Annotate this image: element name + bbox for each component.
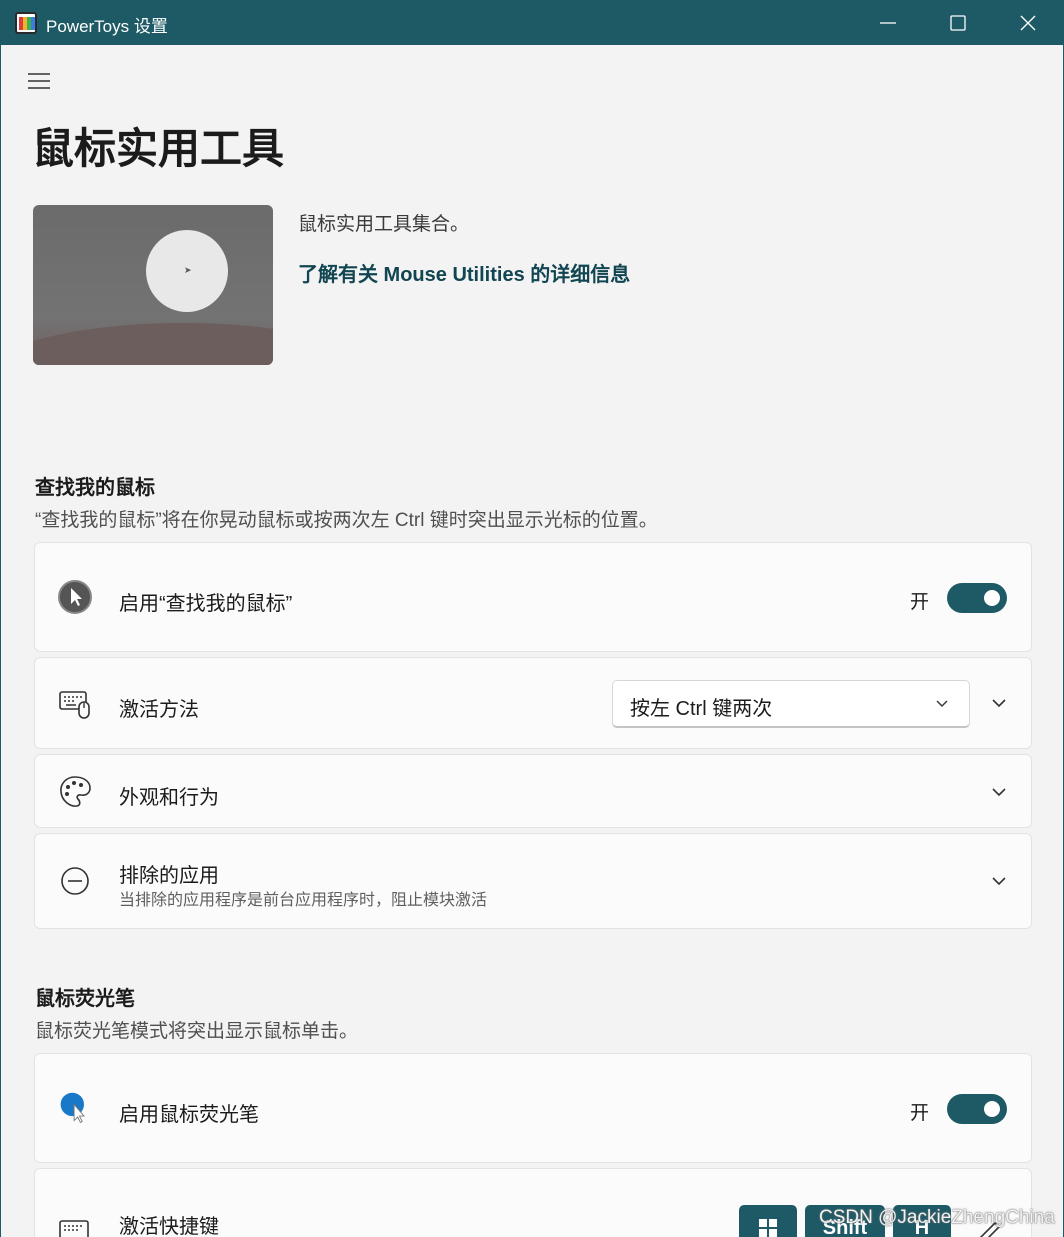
- nav-menu-button[interactable]: [23, 65, 57, 97]
- windows-logo-icon: [759, 1219, 777, 1237]
- toggle-state-label: 开: [909, 1103, 929, 1124]
- expand-chevron-icon[interactable]: [991, 787, 1007, 797]
- enable-find-my-mouse-toggle[interactable]: [947, 583, 1007, 613]
- activation-method-card[interactable]: 激活方法 按左 Ctrl 键两次: [34, 657, 1032, 749]
- enable-find-my-mouse-card: 启用“查找我的鼠标” 开: [34, 542, 1032, 652]
- section-title-find-my-mouse: 查找我的鼠标: [35, 477, 155, 499]
- chevron-down-icon: [936, 700, 948, 707]
- excluded-apps-label: 排除的应用: [119, 865, 219, 887]
- watermark-text: CSDN @JackieZhengChina: [819, 1207, 1055, 1228]
- section-desc-find-my-mouse: “查找我的鼠标”将在你晃动鼠标或按两次左 Ctrl 键时突出显示光标的位置。: [35, 510, 658, 531]
- powertoys-settings-window: PowerToys 设置 鼠标实用工具 ➤ 鼠标实用工具集合。 了解有关 Mou…: [0, 0, 1064, 1237]
- shortcut-key-win: [739, 1205, 797, 1237]
- excluded-apps-description: 当排除的应用程序是前台应用程序时，阻止模块激活: [119, 892, 488, 909]
- keyboard-icon: [59, 1220, 89, 1237]
- toggle-state-label: 开: [909, 592, 929, 613]
- maximize-icon: [950, 15, 966, 31]
- find-my-mouse-icon: [58, 580, 92, 614]
- block-minus-icon: [61, 867, 89, 895]
- cursor-icon: ➤: [184, 265, 192, 275]
- appearance-behavior-label: 外观和行为: [119, 787, 219, 809]
- palette-icon: [60, 776, 91, 807]
- minimize-icon: [880, 22, 896, 24]
- module-preview-image: ➤: [33, 205, 273, 365]
- close-button[interactable]: [993, 0, 1063, 45]
- learn-more-link[interactable]: 了解有关 Mouse Utilities 的详细信息: [298, 258, 630, 287]
- enable-highlighter-card: 启用鼠标荧光笔 开: [34, 1053, 1032, 1163]
- keyboard-mouse-icon: [59, 691, 90, 719]
- enable-find-my-mouse-label: 启用“查找我的鼠标”: [119, 593, 293, 615]
- mouse-highlighter-icon: [60, 1092, 85, 1124]
- activation-method-value: 按左 Ctrl 键两次: [630, 698, 773, 720]
- window-title: PowerToys 设置: [46, 17, 168, 36]
- title-bar: PowerToys 设置: [1, 0, 1063, 45]
- activation-method-dropdown[interactable]: 按左 Ctrl 键两次: [612, 680, 970, 728]
- expand-chevron-icon[interactable]: [991, 698, 1007, 708]
- powertoys-logo-icon: [15, 12, 37, 34]
- activation-shortcut-label: 激活快捷键: [119, 1216, 219, 1237]
- appearance-behavior-card[interactable]: 外观和行为: [34, 754, 1032, 828]
- module-description: 鼠标实用工具集合。: [298, 214, 470, 235]
- maximize-button[interactable]: [923, 0, 993, 45]
- section-desc-highlighter: 鼠标荧光笔模式将突出显示鼠标单击。: [35, 1021, 359, 1042]
- enable-highlighter-label: 启用鼠标荧光笔: [119, 1104, 259, 1126]
- minimize-button[interactable]: [853, 0, 923, 45]
- activation-method-label: 激活方法: [119, 699, 199, 721]
- close-icon: [1020, 15, 1036, 31]
- expand-chevron-icon[interactable]: [991, 876, 1007, 886]
- section-title-highlighter: 鼠标荧光笔: [35, 988, 135, 1010]
- page-title: 鼠标实用工具: [32, 125, 285, 172]
- excluded-apps-card[interactable]: 排除的应用 当排除的应用程序是前台应用程序时，阻止模块激活: [34, 833, 1032, 929]
- hamburger-icon: [28, 73, 50, 89]
- enable-highlighter-toggle[interactable]: [947, 1094, 1007, 1124]
